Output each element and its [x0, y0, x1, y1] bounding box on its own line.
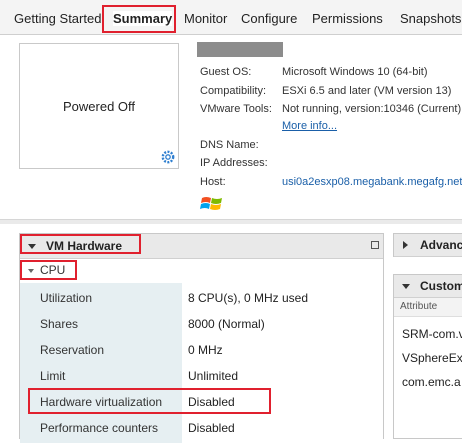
- restore-icon[interactable]: [371, 241, 379, 249]
- custom-attributes-panel: Custom Attribute SRM-com.v VSphereEx com…: [393, 274, 462, 439]
- tab-getting-started[interactable]: Getting Started: [14, 11, 101, 26]
- custom-attributes-title: Custom: [420, 279, 462, 293]
- hw-value-shares: 8000 (Normal): [188, 317, 265, 331]
- power-state-text: Powered Off: [62, 99, 136, 114]
- attribute-row-3[interactable]: com.emc.a: [402, 375, 461, 389]
- gear-icon[interactable]: [161, 150, 175, 164]
- cpu-label-column: [20, 283, 182, 443]
- ip-addresses-label: IP Addresses:: [200, 157, 268, 169]
- vmware-tools-value: Not running, version:10346 (Current): [282, 103, 462, 115]
- vm-console-thumbnail[interactable]: Powered Off: [19, 43, 179, 169]
- dns-name-label: DNS Name:: [200, 139, 259, 151]
- hw-label-shares: Shares: [40, 317, 79, 331]
- tab-permissions[interactable]: Permissions: [312, 11, 383, 26]
- attribute-row-1[interactable]: SRM-com.v: [402, 327, 462, 341]
- guest-os-value: Microsoft Windows 10 (64-bit): [282, 66, 428, 78]
- vm-hardware-highlight-box: [20, 234, 141, 254]
- advanced-panel: Advanc: [393, 233, 462, 257]
- hw-value-limit: Unlimited: [188, 369, 239, 383]
- advanced-panel-header[interactable]: Advanc: [394, 234, 462, 257]
- more-info-link[interactable]: More info...: [282, 120, 337, 132]
- compatibility-value: ESXi 6.5 and later (VM version 13): [282, 85, 452, 97]
- advanced-panel-title: Advanc: [420, 238, 462, 252]
- vm-name-redacted: [197, 42, 283, 57]
- attribute-column-header[interactable]: Attribute: [394, 298, 462, 317]
- section-divider: [0, 219, 462, 224]
- host-label: Host:: [200, 176, 226, 188]
- tab-configure[interactable]: Configure: [241, 11, 297, 26]
- collapse-triangle-icon[interactable]: [402, 284, 410, 289]
- expand-triangle-icon[interactable]: [403, 241, 408, 249]
- hw-label-reservation: Reservation: [40, 343, 105, 357]
- hw-label-performance-counters: Performance counters: [40, 421, 159, 435]
- custom-attributes-header[interactable]: Custom: [394, 275, 462, 298]
- tab-monitor[interactable]: Monitor: [184, 11, 227, 26]
- hw-label-limit: Limit: [40, 369, 66, 383]
- tab-bar: Getting Started Summary Monitor Configur…: [0, 0, 462, 35]
- attribute-header-label: Attribute: [400, 301, 438, 312]
- hw-value-reservation: 0 MHz: [188, 343, 223, 357]
- summary-highlight-box: [102, 5, 176, 33]
- tab-snapshots[interactable]: Snapshots: [400, 11, 461, 26]
- cpu-highlight-box: [20, 260, 77, 280]
- windows-logo-icon: [200, 197, 222, 210]
- host-link[interactable]: usi0a2esxp08.megabank.megafg.net: [282, 176, 462, 188]
- hw-value-utilization: 8 CPU(s), 0 MHz used: [188, 291, 309, 305]
- guest-os-label: Guest OS:: [200, 66, 252, 78]
- hw-value-performance-counters: Disabled: [188, 421, 235, 435]
- attribute-row-2[interactable]: VSphereEx: [402, 351, 462, 365]
- hardware-virtualization-highlight-box: [28, 388, 271, 414]
- vmware-tools-label: VMware Tools:: [200, 103, 272, 115]
- compatibility-label: Compatibility:: [200, 85, 267, 97]
- hw-label-utilization: Utilization: [40, 291, 93, 305]
